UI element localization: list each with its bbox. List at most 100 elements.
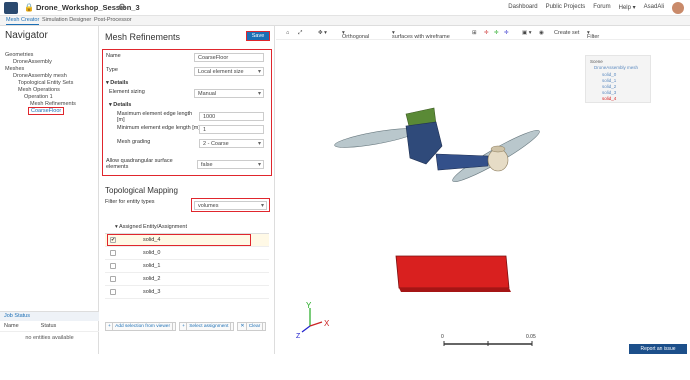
3d-viewer[interactable]: ⌂ ⤢ ✥ ▾ Orthogonal ▾ surfaces with wiref…: [276, 26, 690, 354]
tree-topological-sets[interactable]: Topological Entity Sets: [18, 80, 73, 86]
lock-icon: 🔒: [24, 3, 34, 12]
assignment-buttons: + Add selection from viewer + Select ass…: [105, 322, 267, 331]
top-bar: 🔒 Drone_Workshop_Session_3 ⚙ Dashboard P…: [0, 0, 690, 16]
sizing-label: Element sizing: [109, 89, 145, 95]
floor-block: [395, 255, 510, 289]
details2-label: Details: [113, 102, 132, 108]
col-assigned-label: Assigned: [119, 224, 142, 230]
legend-group[interactable]: DroneAssembly mesh: [594, 65, 638, 70]
legend-item[interactable]: solid_3: [602, 90, 616, 95]
job-status: Job Status Name Status no entities availa…: [0, 311, 99, 380]
scale-end: 0.05: [526, 334, 536, 340]
filter-select[interactable]: volumes: [194, 201, 267, 210]
job-status-title: Job Status: [0, 312, 99, 321]
clear-button[interactable]: ✕ Clear: [237, 322, 267, 331]
tab-mesh-creator[interactable]: Mesh Creator: [6, 17, 40, 25]
tab-bar: Mesh Creator Simulation Designer Post-Pr…: [0, 16, 690, 26]
topo-title: Topological Mapping: [105, 186, 178, 195]
job-col-status: Status: [40, 323, 57, 329]
navigator-panel: Navigator Geometries DroneAssembly Meshe…: [0, 26, 99, 354]
tree-mesh-operations[interactable]: Mesh Operations: [18, 87, 60, 93]
navigator-title: Navigator: [5, 30, 48, 41]
tree-droneassembly[interactable]: DroneAssembly: [13, 59, 52, 65]
row-entity: solid_0: [143, 250, 161, 256]
row-checkbox[interactable]: [110, 289, 116, 295]
nav-dashboard[interactable]: Dashboard: [508, 4, 537, 11]
details-toggle[interactable]: ▾ Details: [106, 80, 128, 86]
tree-droneassembly-mesh[interactable]: DroneAssembly mesh: [13, 73, 67, 79]
job-col-name: Name: [4, 323, 19, 329]
axis-y-label: Y: [306, 301, 312, 310]
tree-coarsefloor[interactable]: CoarseFloor: [28, 107, 65, 115]
add-selection-button[interactable]: + Add selection from viewer: [105, 322, 177, 331]
col-entity: Entity/Assignment: [143, 224, 188, 230]
legend-item[interactable]: solid_4: [602, 96, 616, 101]
tree-meshes[interactable]: Meshes: [5, 66, 24, 72]
scene-legend: Scene DroneAssembly mesh solid_0 solid_1…: [585, 55, 651, 103]
avatar[interactable]: [672, 2, 684, 14]
legend-item[interactable]: solid_1: [602, 78, 616, 83]
details-label: Details: [110, 80, 129, 86]
axis-z-label: Z: [296, 333, 301, 340]
type-select[interactable]: Local element size: [194, 67, 264, 76]
row-entity: solid_2: [143, 276, 161, 282]
axis-x-label: X: [324, 319, 330, 328]
scale-start: 0: [441, 334, 444, 340]
min-length-field[interactable]: 1: [199, 125, 264, 134]
save-button[interactable]: Save: [246, 31, 270, 41]
col-assigned: ▾ Assigned: [115, 224, 142, 230]
report-issue-button[interactable]: Report an issue: [629, 344, 687, 354]
table-row[interactable]: solid_0: [105, 247, 269, 260]
tab-simulation-designer[interactable]: Simulation Designer: [42, 17, 91, 23]
filter-label: Filter for entity types: [105, 199, 155, 205]
legend-item[interactable]: solid_2: [602, 84, 616, 89]
legend-item[interactable]: solid_0: [602, 72, 616, 77]
min-length-label: Minimum element edge length [m]: [117, 125, 200, 131]
type-label: Type: [106, 67, 118, 73]
axis-triad: Y X Z: [296, 301, 330, 340]
tree-operation-1[interactable]: Operation 1: [24, 94, 53, 100]
row-entity: solid_1: [143, 263, 161, 269]
grading-select[interactable]: 2 - Coarse: [199, 139, 264, 148]
clear-label: Clear: [245, 322, 264, 331]
quad-select[interactable]: false: [197, 160, 264, 169]
max-length-label: Maximum element edge length [m]: [117, 111, 193, 123]
nav-user[interactable]: AsadAli: [644, 4, 664, 11]
nav-forum[interactable]: Forum: [593, 4, 610, 11]
solid4-highlight: [107, 234, 251, 246]
save-label: Save: [251, 33, 265, 39]
simscale-logo[interactable]: [4, 2, 18, 14]
floor-block-edge: [399, 288, 511, 292]
row-entity: solid_3: [143, 289, 161, 295]
quad-label: Allow quadrangular surface elements: [106, 158, 173, 170]
nav-help[interactable]: Help ▾: [619, 4, 636, 11]
drone-motor: [487, 148, 509, 172]
details2-toggle[interactable]: ▾ Details: [109, 102, 131, 108]
row-checkbox[interactable]: [110, 263, 116, 269]
propeller-left: [334, 128, 418, 148]
tab-post-processor[interactable]: Post-Processor: [94, 17, 132, 23]
name-label: Name: [106, 53, 121, 59]
table-row[interactable]: solid_3: [105, 286, 269, 299]
panel-title: Mesh Refinements: [105, 32, 181, 42]
table-header: ▾ Assigned Entity/Assignment: [105, 221, 269, 234]
table-row[interactable]: solid_2: [105, 273, 269, 286]
scale-bar: 0 0.05: [441, 334, 536, 346]
gear-icon[interactable]: ⚙: [118, 2, 126, 13]
table-row[interactable]: solid_1: [105, 260, 269, 273]
row-checkbox[interactable]: [110, 250, 116, 256]
legend-title: Scene: [590, 59, 603, 64]
add-selection-label: Add selection from viewer: [112, 322, 174, 331]
max-length-field[interactable]: 1000: [199, 112, 264, 121]
motor-cap: [490, 145, 506, 153]
tree-geometries[interactable]: Geometries: [5, 52, 33, 58]
grading-label: Mesh grading: [117, 139, 151, 145]
name-field[interactable]: CoarseFloor: [194, 53, 264, 62]
select-assignment-button[interactable]: + Select assignment: [179, 322, 235, 331]
job-empty: no entities available: [25, 335, 74, 341]
row-checkbox[interactable]: [110, 276, 116, 282]
sizing-select[interactable]: Manual: [194, 89, 264, 98]
nav-public-projects[interactable]: Public Projects: [546, 4, 586, 11]
top-nav: Dashboard Public Projects Forum Help ▾ A…: [508, 4, 664, 11]
select-assignment-label: Select assignment: [186, 322, 232, 331]
